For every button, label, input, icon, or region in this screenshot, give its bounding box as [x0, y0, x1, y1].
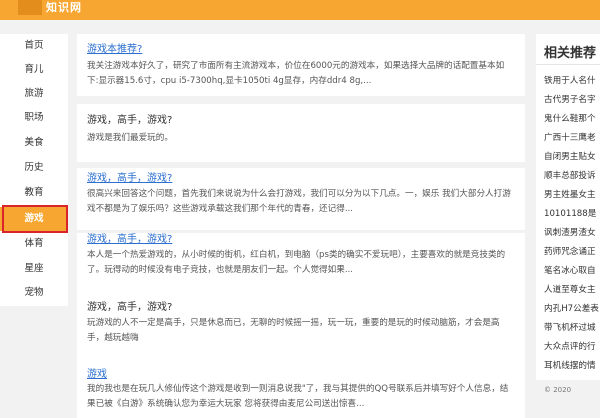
category-sidebar: 首页 育儿 旅游 职场 美食 历史 教育 游戏 体育 星座 宠物: [0, 34, 68, 306]
sidebar-item-history[interactable]: 历史: [0, 156, 68, 180]
related-item[interactable]: 讽刺渣男渣女: [544, 226, 600, 240]
top-header: 知识网: [0, 0, 600, 20]
related-item[interactable]: 内孔H7公差表: [544, 302, 600, 316]
related-recommendations: 相关推荐 铁用于人名什 古代男子名字 鬼什么鞋那个 广西十三鹰老 自闭男主贴女 …: [536, 34, 600, 406]
article-excerpt: 很高兴来回答这个问题，首先我们来说说为什么会打游戏，我们可以分为以下几点。一，娱…: [87, 189, 511, 214]
related-item[interactable]: 顺丰总部投诉: [544, 169, 600, 183]
sidebar-item-horoscope[interactable]: 星座: [0, 257, 68, 281]
selected-item-highlight: [2, 205, 68, 233]
related-item[interactable]: 自闭男主贴女: [544, 150, 600, 164]
sidebar-item-sports[interactable]: 体育: [0, 232, 68, 256]
sidebar-item-workplace[interactable]: 职场: [0, 106, 68, 130]
sidebar-item-pets[interactable]: 宠物: [0, 281, 68, 305]
related-item[interactable]: 10101188是: [544, 207, 600, 221]
related-title: 相关推荐: [544, 46, 597, 61]
site-logo[interactable]: 知识网: [46, 0, 82, 15]
related-item[interactable]: 广西十三鹰老: [544, 131, 600, 145]
article-card[interactable]: 游戏，高手，游戏? 玩游戏的人不一定是高手，只是休息而已，无聊的时候摇一摇，玩一…: [77, 291, 525, 365]
sidebar-item-travel[interactable]: 旅游: [0, 82, 68, 106]
article-card[interactable]: 游戏，高手，游戏? 游戏是我们最爱玩的。: [77, 104, 525, 162]
sidebar-item-education[interactable]: 教育: [0, 181, 68, 205]
article-card[interactable]: 游戏 我的我也是在玩几人修仙传这个游戏是收到一则消息说我"了，我与其提供的QQ号…: [77, 358, 525, 418]
logo-mark-icon: [18, 0, 42, 15]
sidebar-item-home[interactable]: 首页: [0, 34, 68, 58]
related-item[interactable]: 人道至尊女主: [544, 283, 600, 297]
article-excerpt: 本人是一个热爱游戏的，从小时候的街机，红白机，到电脑（ps类的确实不爱玩吧），主…: [87, 250, 506, 275]
article-excerpt: 游戏是我们最爱玩的。: [87, 133, 173, 143]
related-item[interactable]: 药师咒念诵正: [544, 245, 600, 259]
sidebar-item-parenting[interactable]: 育儿: [0, 58, 68, 82]
article-card[interactable]: 游戏本推荐? 我关注游戏本好久了，研究了市面所有主流游戏本，价位在6000元的游…: [77, 34, 525, 96]
article-title-link[interactable]: 游戏: [87, 368, 107, 381]
article-card[interactable]: 游戏，高手，游戏? 很高兴来回答这个问题，首先我们来说说为什么会打游戏，我们可以…: [77, 168, 525, 230]
related-item[interactable]: 笔名冰心取自: [544, 264, 600, 278]
article-title[interactable]: 游戏，高手，游戏?: [87, 301, 172, 314]
related-item[interactable]: 耳机线摆的情: [544, 359, 600, 373]
related-item[interactable]: 铁用于人名什: [544, 74, 600, 88]
article-excerpt: 玩游戏的人不一定是高手，只是休息而已，无聊的时候摇一摇，玩一玩，重要的是玩的时候…: [87, 318, 500, 343]
divider: [536, 64, 600, 65]
footer: © 2020: [536, 380, 600, 406]
article-excerpt: 我的我也是在玩几人修仙传这个游戏是收到一则消息说我"了，我与其提供的QQ号联系后…: [87, 384, 509, 409]
article-title[interactable]: 游戏，高手，游戏?: [87, 114, 172, 127]
related-item[interactable]: 古代男子名字: [544, 93, 600, 107]
article-title-link[interactable]: 游戏本推荐?: [87, 43, 142, 56]
related-item[interactable]: 鬼什么鞋那个: [544, 112, 600, 126]
copyright-text: © 2020: [544, 386, 572, 394]
related-item[interactable]: 大众点评的行: [544, 340, 600, 354]
related-item[interactable]: 带飞机杯过城: [544, 321, 600, 335]
sidebar-item-food[interactable]: 美食: [0, 131, 68, 155]
article-title-link[interactable]: 游戏，高手，游戏?: [87, 233, 172, 246]
article-feed: 游戏本推荐? 我关注游戏本好久了，研究了市面所有主流游戏本，价位在6000元的游…: [77, 34, 525, 418]
article-title-link[interactable]: 游戏，高手，游戏?: [87, 172, 172, 185]
article-excerpt: 我关注游戏本好久了，研究了市面所有主流游戏本，价位在6000元的游戏本，如果选择…: [87, 61, 505, 86]
related-item[interactable]: 男主姓墨女主: [544, 188, 600, 202]
